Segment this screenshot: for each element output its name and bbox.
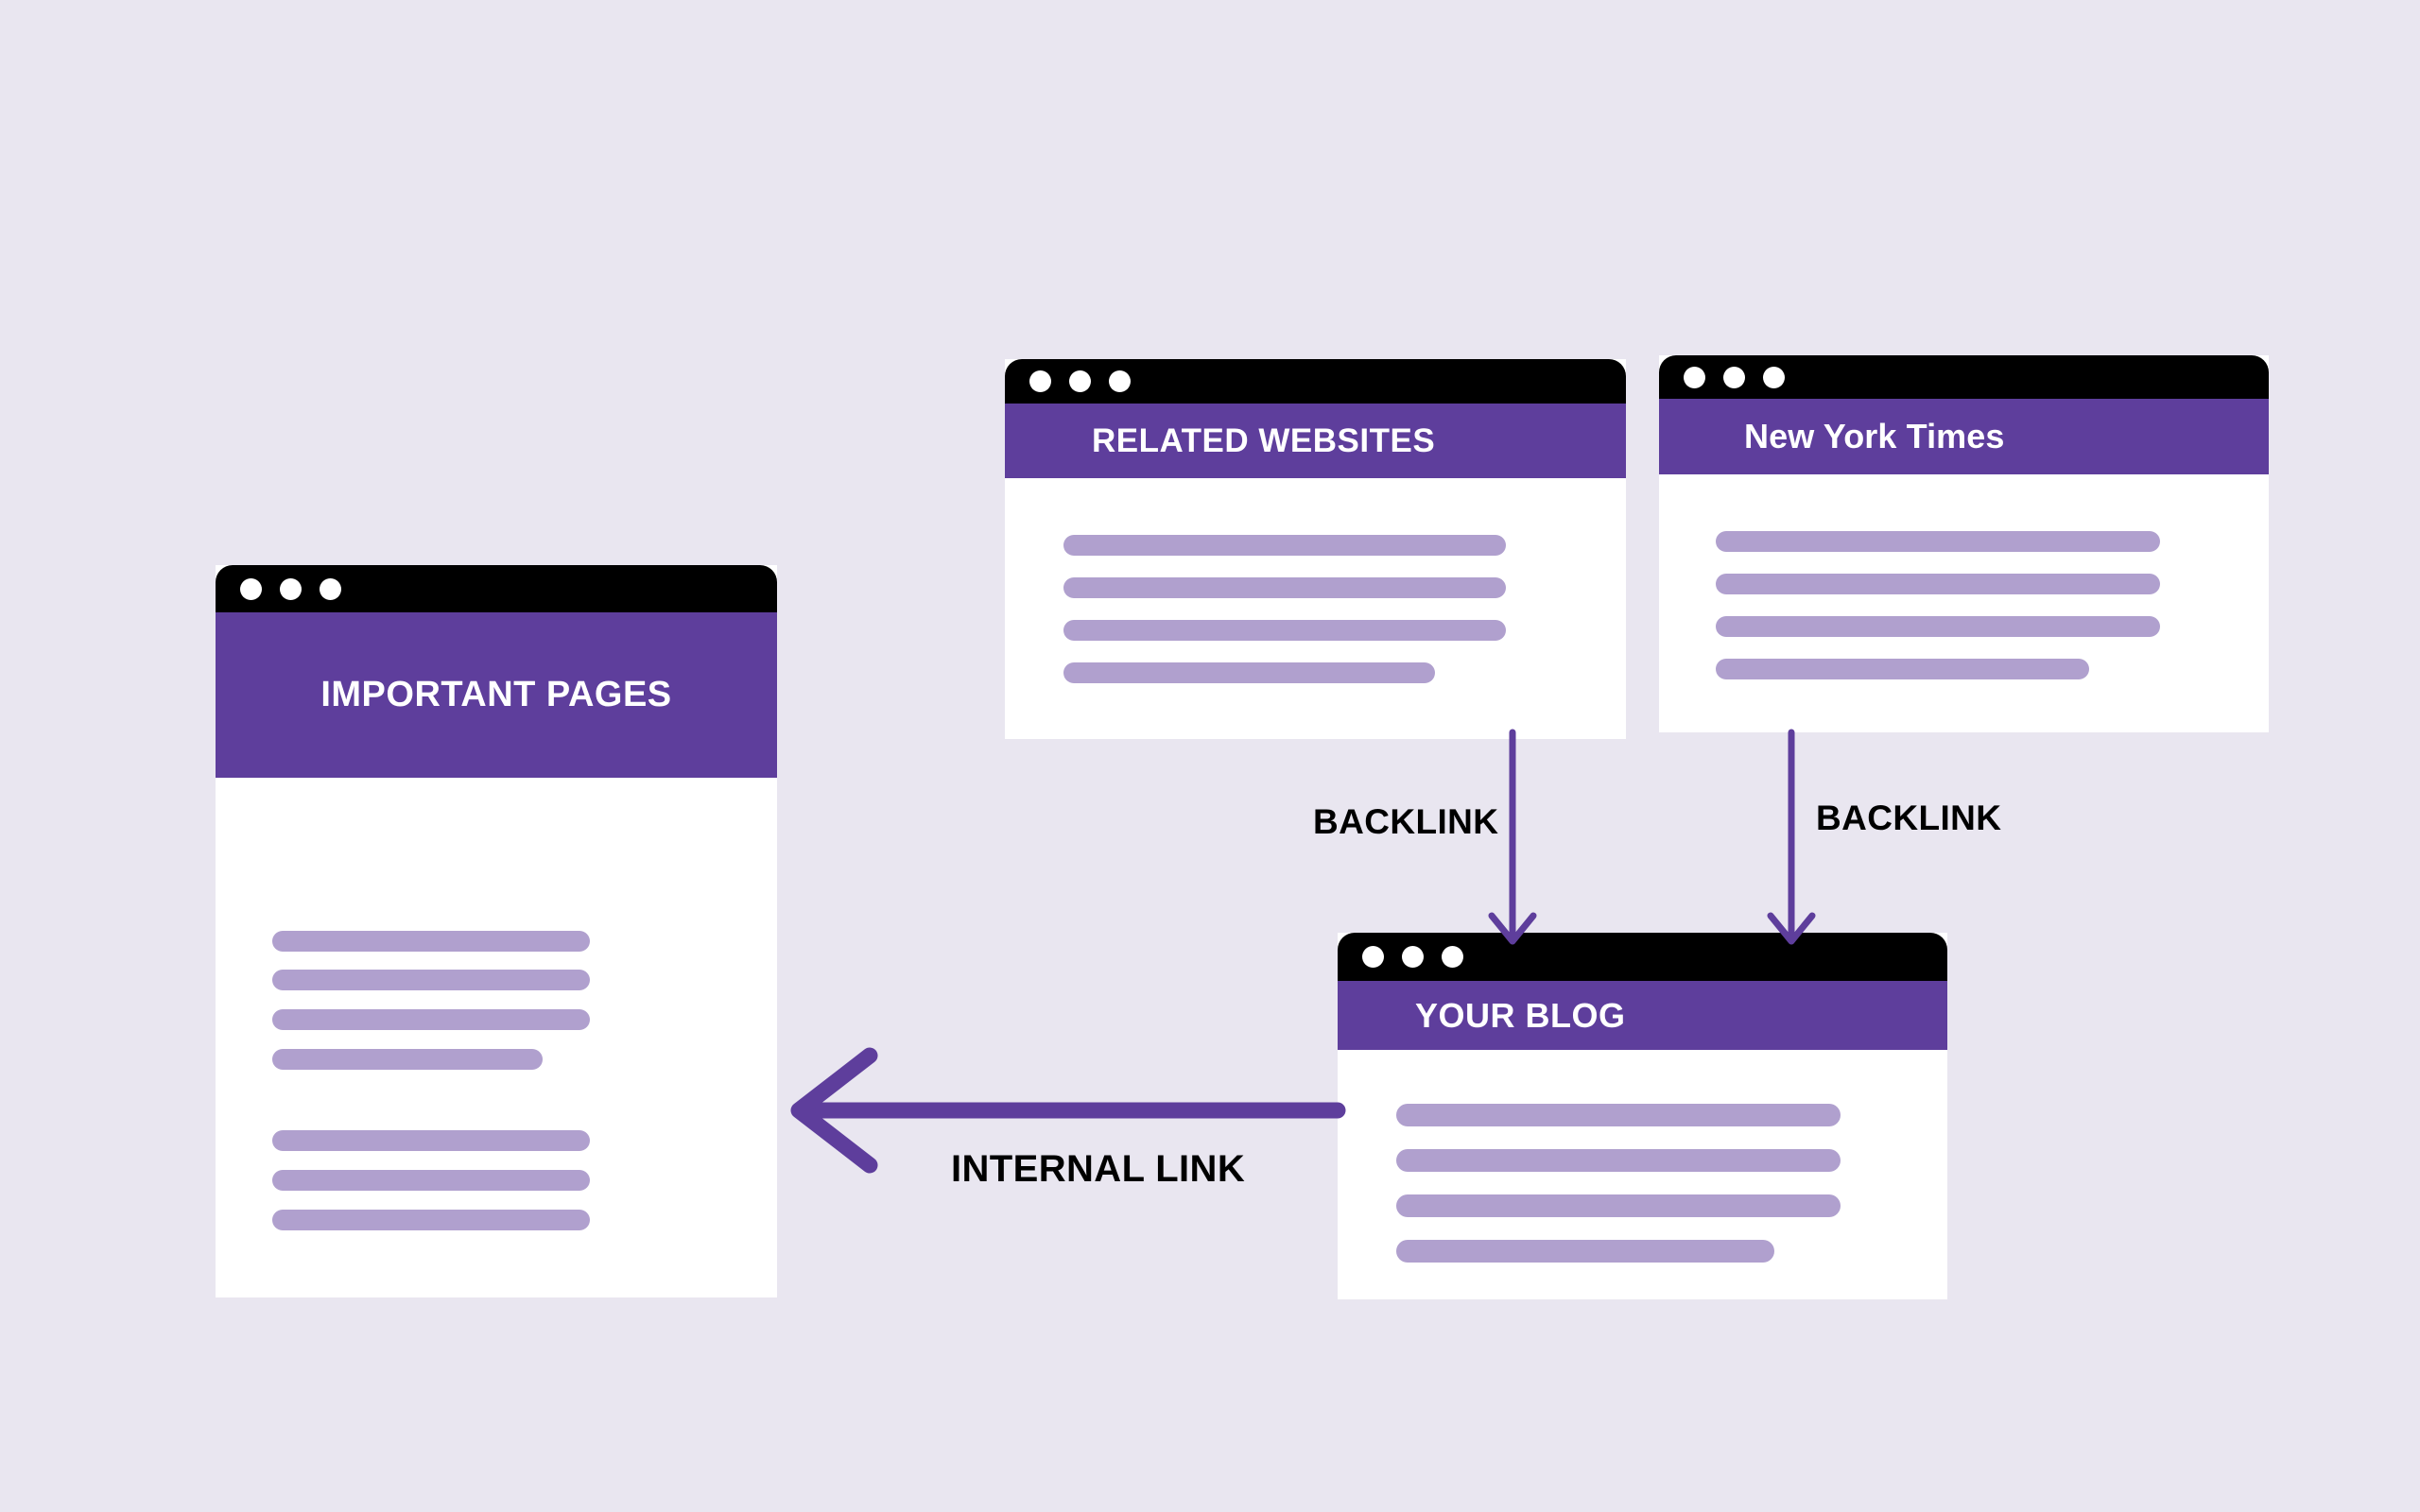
content-bar [1716, 574, 2160, 594]
window-dot-icon [240, 577, 262, 600]
content-bar [272, 1210, 590, 1230]
card-body-your-blog [1338, 1050, 1947, 1299]
content-bar [272, 970, 590, 990]
content-bar [1396, 1240, 1774, 1263]
content-bar [1396, 1104, 1841, 1126]
content-bar [1396, 1194, 1841, 1217]
window-dot-icon [1109, 370, 1131, 392]
window-titlebar [1338, 933, 1947, 981]
window-dot-icon [320, 577, 341, 600]
content-bar [1396, 1149, 1841, 1172]
card-header-important-pages: IMPORTANT PAGES [216, 612, 777, 778]
card-title-your-blog: YOUR BLOG [1415, 995, 1626, 1035]
content-bar [1063, 620, 1506, 641]
content-bar [272, 1009, 590, 1030]
window-titlebar [1005, 359, 1626, 404]
browser-card-new-york-times[interactable]: New York Times [1659, 355, 2269, 732]
content-bar [1063, 535, 1506, 556]
card-body-related-websites [1005, 478, 1626, 739]
browser-card-your-blog[interactable]: YOUR BLOG [1338, 933, 1947, 1299]
window-dot-icon [280, 577, 302, 600]
content-bar [272, 931, 590, 952]
card-header-new-york-times: New York Times [1659, 399, 2269, 474]
window-titlebar [216, 565, 777, 612]
browser-card-related-websites[interactable]: RELATED WEBSITES [1005, 359, 1626, 739]
card-body-important-pages [216, 778, 777, 1297]
content-bar [1716, 659, 2089, 679]
content-bar [272, 1049, 543, 1070]
card-header-your-blog: YOUR BLOG [1338, 981, 1947, 1050]
card-header-related-websites: RELATED WEBSITES [1005, 404, 1626, 478]
window-dot-icon [1362, 946, 1384, 968]
browser-card-important-pages[interactable]: IMPORTANT PAGES [216, 565, 777, 1297]
card-body-new-york-times [1659, 474, 2269, 732]
edge-label-backlink-left: BACKLINK [1313, 802, 1499, 841]
card-title-new-york-times: New York Times [1744, 417, 2005, 455]
content-bar [1063, 662, 1435, 683]
window-titlebar [1659, 355, 2269, 399]
window-dot-icon [1402, 946, 1424, 968]
window-dot-icon [1723, 366, 1745, 388]
content-bar [1063, 577, 1506, 598]
edge-label-backlink-right: BACKLINK [1816, 799, 2002, 837]
content-bar [1716, 531, 2160, 552]
card-title-important-pages: IMPORTANT PAGES [320, 675, 672, 714]
card-title-related-websites: RELATED WEBSITES [1092, 421, 1436, 459]
window-dot-icon [1763, 366, 1785, 388]
content-bar [272, 1170, 590, 1191]
content-bar [272, 1130, 590, 1151]
window-dot-icon [1684, 366, 1705, 388]
edge-label-internal-link: INTERNAL LINK [951, 1148, 1246, 1190]
window-dot-icon [1029, 370, 1051, 392]
window-dot-icon [1069, 370, 1091, 392]
window-dot-icon [1442, 946, 1463, 968]
content-bar [1716, 616, 2160, 637]
diagram-canvas: IMPORTANT PAGES RELATED WEBSITES New Yor… [0, 0, 2420, 1512]
arrow-backlink-nyt-to-blog [1767, 729, 1816, 945]
